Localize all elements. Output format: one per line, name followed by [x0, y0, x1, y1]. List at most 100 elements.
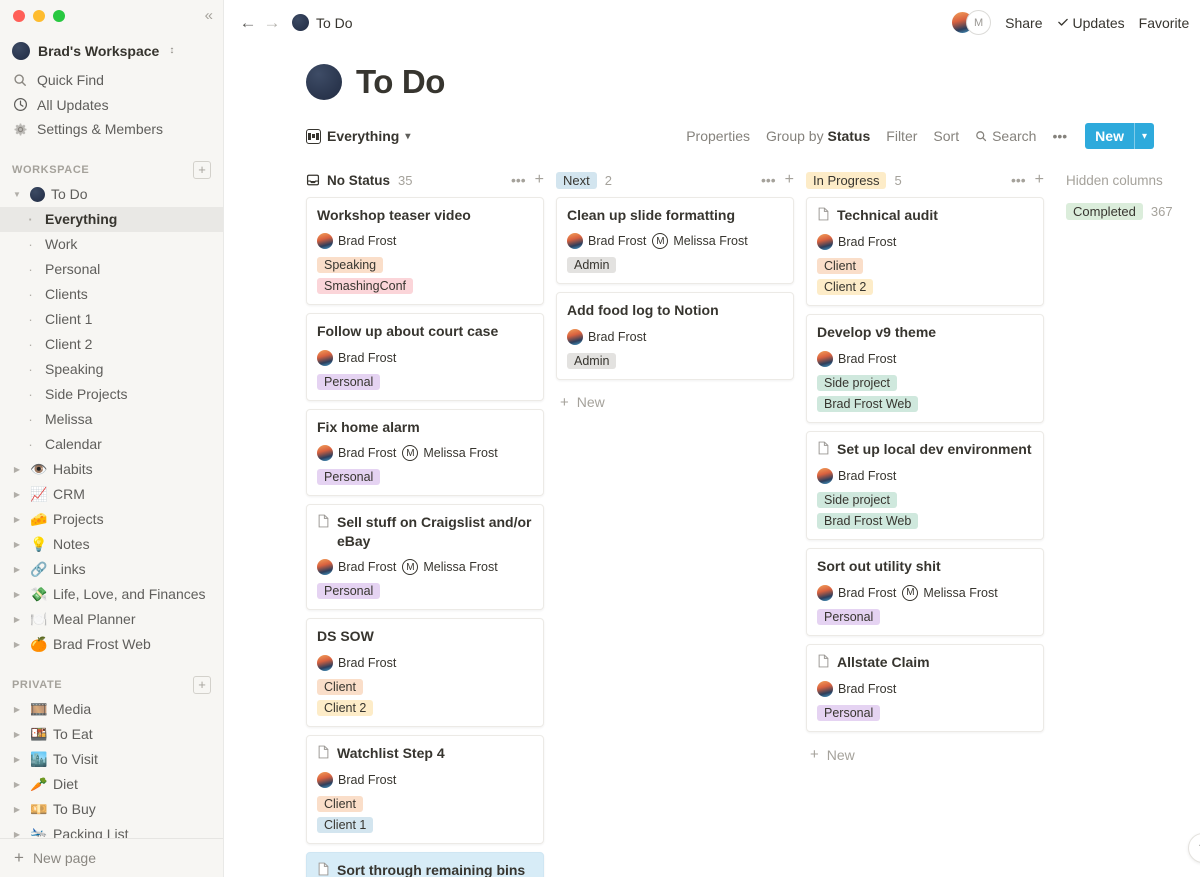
add-new-card-button[interactable]: + New — [806, 740, 1044, 769]
kanban-card[interactable]: Allstate Claim Brad Frost Personal — [806, 643, 1044, 733]
kanban-card[interactable]: Sell stuff on Craigslist and/or eBay Brad… — [306, 504, 544, 611]
kanban-card[interactable]: Add food log to Notion Brad Frost Admin — [556, 292, 794, 380]
kanban-card[interactable]: Technical audit Brad Frost Client Client 2 — [806, 197, 1044, 307]
search-button[interactable]: Search — [975, 128, 1036, 144]
column-more-button[interactable]: ••• — [761, 173, 776, 187]
maximize-window-button[interactable] — [53, 9, 65, 22]
sidebar-item-notes[interactable]: ▶ 💡 Notes — [0, 532, 223, 557]
back-button[interactable]: ← — [236, 13, 260, 33]
kanban-card[interactable]: Clean up slide formatting Brad Frost M Meli… — [556, 197, 794, 285]
sidebar-item-everything[interactable]: · Everything — [0, 206, 223, 232]
close-window-button[interactable] — [13, 9, 25, 22]
chevron-right-icon[interactable]: ▶ — [10, 515, 24, 524]
column-add-card-button[interactable]: + — [1035, 172, 1044, 188]
favorite-button[interactable]: Favorite — [1139, 15, 1190, 31]
sidebar-item-settings-members[interactable]: Settings & Members — [0, 117, 223, 142]
hidden-column-completed[interactable]: Completed 367 — [1066, 197, 1200, 220]
new-item-dropdown-icon[interactable]: ▾ — [1135, 123, 1154, 149]
chevron-right-icon[interactable]: ▶ — [10, 590, 24, 599]
kanban-card[interactable]: Sort out utility shit Brad Frost M Melissa … — [806, 548, 1044, 636]
sidebar-item-all-updates[interactable]: All Updates — [0, 92, 223, 117]
chevron-right-icon[interactable]: ▶ — [10, 755, 24, 764]
kanban-card[interactable]: Follow up about court case Brad Frost Pers… — [306, 313, 544, 401]
add-private-page-button[interactable]: + — [193, 675, 211, 694]
column-add-card-button[interactable]: + — [535, 172, 544, 188]
sidebar-item-to-eat[interactable]: ▶ 🍱 To Eat — [0, 722, 223, 747]
sidebar-item-speaking[interactable]: · Speaking — [0, 357, 223, 382]
sort-button[interactable]: Sort — [933, 128, 959, 144]
sidebar-item-links[interactable]: ▶ 🔗 Links — [0, 557, 223, 582]
card-title-text: Clean up slide formatting — [567, 207, 736, 223]
breadcrumb[interactable]: To Do — [292, 14, 353, 31]
view-more-button[interactable]: ••• — [1052, 128, 1067, 144]
clock-icon — [12, 97, 28, 113]
chevron-right-icon[interactable]: ▶ — [10, 705, 24, 714]
kanban-card[interactable]: Sort through remaining binsBrad FrostMMe… — [306, 852, 544, 877]
page-icon-moon[interactable] — [306, 64, 342, 100]
share-button[interactable]: Share — [1005, 15, 1042, 31]
chevron-right-icon[interactable]: ▶ — [10, 830, 24, 838]
sidebar-item-media[interactable]: ▶ 🎞️ Media — [0, 697, 223, 722]
sidebar-item-work[interactable]: · Work — [0, 232, 223, 257]
sidebar-item-habits[interactable]: ▶ 👁️ Habits — [0, 457, 223, 482]
sidebar-item-life-love-and-finances[interactable]: ▶ 💸 Life, Love, and Finances — [0, 582, 223, 607]
chevron-down-icon[interactable]: ▼ — [10, 190, 24, 199]
sidebar-item-side-projects[interactable]: · Side Projects — [0, 382, 223, 407]
kanban-card[interactable]: Watchlist Step 4 Brad Frost Client Client 1 — [306, 734, 544, 845]
add-workspace-page-button[interactable]: + — [193, 160, 211, 179]
member-avatars[interactable]: M — [950, 10, 992, 35]
chevron-right-icon[interactable]: ▶ — [10, 730, 24, 739]
group-by-button[interactable]: Group by Status — [766, 128, 870, 144]
view-tab-everything[interactable]: Everything ▾ — [306, 128, 410, 144]
column-name[interactable]: In Progress — [806, 171, 887, 189]
column-more-button[interactable]: ••• — [1011, 173, 1026, 187]
collapse-sidebar-icon[interactable]: « — [205, 6, 213, 26]
kanban-card[interactable]: Develop v9 theme Brad Frost Side project Br… — [806, 314, 1044, 423]
column-more-button[interactable]: ••• — [511, 173, 526, 187]
sidebar-item-packing-list[interactable]: ▶ 🛬 Packing List — [0, 822, 223, 838]
minimize-window-button[interactable] — [33, 9, 45, 22]
sidebar-item-label: Habits — [53, 461, 93, 478]
sidebar-item-to-visit[interactable]: ▶ 🏙️ To Visit — [0, 747, 223, 772]
column-name[interactable]: No Status — [306, 173, 390, 188]
chevron-right-icon[interactable]: ▶ — [10, 615, 24, 624]
sidebar-item-diet[interactable]: ▶ 🥕 Diet — [0, 772, 223, 797]
sidebar-item-brad-frost-web[interactable]: ▶ 🍊 Brad Frost Web — [0, 632, 223, 657]
workspace-switcher[interactable]: Brad's Workspace ↕ — [0, 38, 223, 64]
chevron-right-icon[interactable]: ▶ — [10, 805, 24, 814]
chevron-right-icon[interactable]: ▶ — [10, 465, 24, 474]
new-item-button[interactable]: New ▾ — [1085, 123, 1154, 149]
sidebar-item-to-do[interactable]: ▼ To Do — [0, 182, 223, 207]
sidebar-item-projects[interactable]: ▶ 🧀 Projects — [0, 507, 223, 532]
chevron-right-icon[interactable]: ▶ — [10, 540, 24, 549]
column-name[interactable]: Next — [556, 171, 597, 189]
sidebar-item-meal-planner[interactable]: ▶ 🍽️ Meal Planner — [0, 607, 223, 632]
sidebar-item-personal[interactable]: · Personal — [0, 257, 223, 282]
chevron-right-icon[interactable]: ▶ — [10, 640, 24, 649]
filter-button[interactable]: Filter — [886, 128, 917, 144]
sidebar-item-quick-find[interactable]: Quick Find — [0, 68, 223, 93]
chevron-right-icon[interactable]: ▶ — [10, 490, 24, 499]
sidebar-item-to-buy[interactable]: ▶ 💴 To Buy — [0, 797, 223, 822]
sidebar-item-crm[interactable]: ▶ 📈 CRM — [0, 482, 223, 507]
properties-button[interactable]: Properties — [686, 128, 750, 144]
kanban-card[interactable]: Workshop teaser video Brad Frost Speaking S… — [306, 197, 544, 306]
kanban-card[interactable]: DS SOW Brad Frost Client Client 2 — [306, 618, 544, 727]
kanban-card[interactable]: Set up local dev environment Brad Frost Si… — [806, 430, 1044, 541]
forward-button[interactable]: → — [260, 13, 284, 33]
sidebar-item-melissa[interactable]: · Melissa — [0, 407, 223, 432]
projects-emoji-icon: 🧀 — [30, 511, 48, 528]
add-new-card-button[interactable]: + New — [556, 388, 794, 417]
sidebar-item-client-2[interactable]: · Client 2 — [0, 332, 223, 357]
sidebar-item-client-1[interactable]: · Client 1 — [0, 307, 223, 332]
chevron-right-icon[interactable]: ▶ — [10, 565, 24, 574]
updates-button[interactable]: Updates — [1057, 15, 1125, 31]
sidebar-item-clients[interactable]: · Clients — [0, 282, 223, 307]
new-page-button[interactable]: + New page — [0, 837, 223, 877]
kanban-card[interactable]: Fix home alarm Brad Frost M Melissa Frost Pe… — [306, 408, 544, 497]
column-add-card-button[interactable]: + — [785, 172, 794, 188]
tag: Personal — [317, 583, 381, 600]
chevron-right-icon[interactable]: ▶ — [10, 780, 24, 789]
private-page-list: ▶ 🎞️ Media ▶ 🍱 To Eat ▶ 🏙️ To Visit ▶ 🥕 Diet ▶ 💴 To Bu… — [0, 697, 223, 838]
sidebar-item-calendar[interactable]: · Calendar — [0, 432, 223, 457]
